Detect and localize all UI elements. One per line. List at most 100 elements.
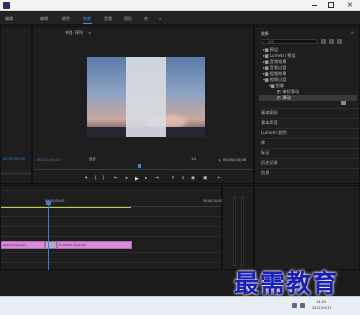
- folder-icon: ▸▆: [263, 59, 270, 64]
- watermark: 最需教育: [234, 264, 338, 300]
- taskbar-time: 14:25: [316, 300, 327, 304]
- minimize-button[interactable]: [312, 5, 317, 6]
- folder-icon: ▾▆: [269, 83, 276, 88]
- audio-meters-panel: [222, 185, 254, 270]
- step-back-icon[interactable]: ◂: [125, 176, 127, 181]
- marker-icon[interactable]: ▾: [85, 176, 87, 181]
- program-playhead[interactable]: [138, 164, 141, 168]
- clip-a[interactable]: 00110.mp4 [V]: [1, 241, 45, 249]
- ruler-end-label: 00;00;10;00: [203, 199, 223, 203]
- section-markers[interactable]: 标记: [261, 148, 359, 155]
- folder-icon: ▸▆: [263, 47, 270, 52]
- transport-controls: ▾ { } ⇤ ◂ ▶ ▸ ⇥ ⇑ ⇓ ◉ ▣ +: [85, 176, 245, 182]
- program-ruler[interactable]: [35, 167, 253, 170]
- menu-item-6[interactable]: 图形: [124, 16, 132, 22]
- track-row: [1, 262, 221, 263]
- track-row: [1, 252, 221, 253]
- tab-menu-icon[interactable]: ≡: [88, 30, 91, 35]
- workspace-menu-bar: 编辑 编辑 颜色 效果 音频 图形 库 »: [0, 11, 360, 25]
- timeline-playhead[interactable]: [48, 200, 49, 270]
- tree-label: 滑动: [282, 95, 291, 100]
- tree-label: Lumetri 预设: [269, 53, 296, 58]
- transition-marker[interactable]: [45, 241, 57, 249]
- section-essential-sound[interactable]: 基本声音: [261, 118, 359, 125]
- track-row: [1, 216, 221, 217]
- lift-icon[interactable]: ⇑: [171, 176, 175, 181]
- tree-item-iris[interactable]: ▾▆ 划像: [269, 83, 285, 88]
- timeline-playhead-head[interactable]: [46, 201, 51, 205]
- window-title-bar: ×: [0, 0, 360, 11]
- tree-label: 视频效果: [269, 71, 287, 76]
- video-frame: [87, 57, 205, 137]
- yuv-icon[interactable]: [337, 39, 342, 44]
- underline-active: [83, 23, 92, 24]
- program-monitor-panel: 节目: 序列 ≡ 00;00;04;21 适合 1/2 ✎ 00;00;10;0…: [32, 26, 254, 184]
- section-history[interactable]: 历史记录: [261, 158, 359, 165]
- section-essential-graphics[interactable]: 基本图形: [261, 108, 359, 115]
- folder-icon: ▾▆: [263, 77, 270, 82]
- app-icon: [3, 2, 10, 9]
- add-button-icon[interactable]: +: [217, 176, 221, 181]
- scale-dropdown[interactable]: 1/2: [191, 157, 196, 161]
- menu-item-7[interactable]: 库: [144, 16, 148, 22]
- play-icon[interactable]: ▶: [135, 176, 139, 182]
- tree-label: 划像: [275, 83, 285, 88]
- tree-item-video-transitions[interactable]: ▾▆ 视频过渡: [263, 77, 286, 82]
- clip-b-label: fx 00110.mp4 [V]: [59, 243, 86, 247]
- new-bin-icon[interactable]: [341, 101, 346, 105]
- menu-item-2[interactable]: 编辑: [40, 16, 48, 22]
- menu-item-more[interactable]: »: [159, 16, 161, 21]
- folder-icon: ▸▆: [263, 65, 270, 70]
- track-row: [1, 236, 221, 237]
- close-button[interactable]: ×: [345, 0, 355, 10]
- camera-icon[interactable]: ◉: [191, 176, 195, 181]
- in-point-icon[interactable]: {: [94, 176, 97, 181]
- search-field[interactable]: ⌕ 搜索: [261, 39, 317, 44]
- out-point-icon[interactable]: }: [102, 176, 105, 181]
- tree-item-lumetri[interactable]: ▸▆ Lumetri 预设: [263, 53, 296, 58]
- tree-item-audio-transitions[interactable]: ▸▆ 音频过渡: [263, 65, 287, 70]
- step-forward-icon[interactable]: ▸: [145, 176, 147, 181]
- maximize-button[interactable]: [328, 2, 334, 8]
- folder-icon: ▸▆: [263, 53, 270, 58]
- section-lumetri-color[interactable]: Lumetri 颜色: [261, 128, 359, 135]
- accelerated-icon[interactable]: [321, 39, 326, 44]
- search-placeholder: 搜索: [268, 39, 275, 44]
- section-libraries[interactable]: 库: [261, 138, 359, 145]
- meter-left: [233, 196, 236, 266]
- tree-label: 音频过渡: [269, 65, 287, 70]
- menu-item-5[interactable]: 音频: [104, 16, 112, 22]
- tray-volume-icon[interactable]: [300, 303, 305, 308]
- source-scroll-bar[interactable]: [1, 172, 31, 175]
- folder-icon: ▸▆: [263, 71, 270, 76]
- tree-label: 音频效果: [269, 59, 287, 64]
- watermark-text: 最需教育: [234, 269, 339, 298]
- menu-item-0[interactable]: 编辑: [5, 16, 13, 22]
- tree-item-video-effects[interactable]: ▸▆ 视频效果: [263, 71, 287, 76]
- tray-network-icon[interactable]: [292, 303, 297, 308]
- wrench-icon[interactable]: ✎: [218, 158, 221, 163]
- compare-icon[interactable]: ▣: [203, 176, 207, 181]
- effects-title[interactable]: 效果: [261, 31, 269, 37]
- program-tab[interactable]: 节目: 序列: [65, 30, 83, 36]
- extract-icon[interactable]: ⇓: [181, 176, 185, 181]
- search-icon: ⌕: [263, 40, 265, 44]
- menu-item-effects[interactable]: 效果: [83, 16, 91, 22]
- go-to-out-icon[interactable]: ⇥: [155, 176, 159, 181]
- tree-item-band-slide[interactable]: ◩ 带状滑动: [277, 89, 300, 94]
- menu-item-3[interactable]: 颜色: [62, 16, 70, 22]
- current-timecode[interactable]: 00;00;04;21: [37, 158, 60, 162]
- track-row: [1, 226, 221, 227]
- tree-label: 预设: [269, 47, 279, 52]
- fit-dropdown[interactable]: 适合: [89, 157, 96, 161]
- 32bit-icon[interactable]: [329, 39, 334, 44]
- work-area-bar[interactable]: [1, 207, 131, 208]
- panel-menu-icon[interactable]: »: [351, 30, 353, 35]
- tree-item-presets[interactable]: ▸▆ 预设: [263, 47, 279, 52]
- tree-label: 带状滑动: [282, 89, 300, 94]
- go-to-in-icon[interactable]: ⇤: [114, 176, 118, 181]
- clip-b[interactable]: fx 00110.mp4 [V]: [57, 241, 132, 249]
- tree-item-slide[interactable]: ◩ 滑动: [277, 95, 291, 100]
- section-info[interactable]: 信息: [261, 168, 359, 175]
- tree-item-audio-effects[interactable]: ▸▆ 音频效果: [263, 59, 287, 64]
